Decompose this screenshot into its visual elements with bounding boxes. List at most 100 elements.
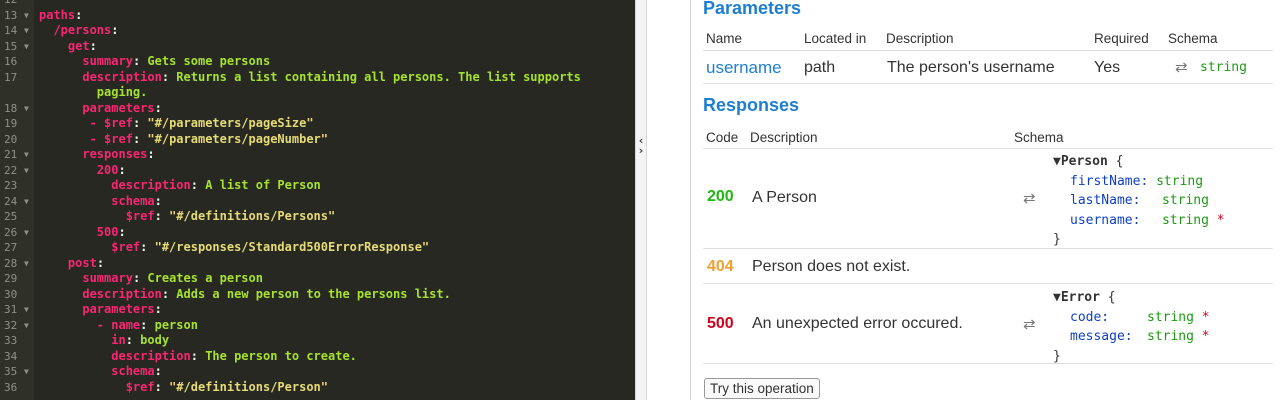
editor-line[interactable]: 33 in: body (0, 333, 635, 349)
editor-line[interactable]: 31 ▼ parameters: (0, 302, 635, 318)
code-text: summary: Creates a person (82, 271, 263, 285)
swap-arrows-icon[interactable]: ⇄ (1175, 58, 1188, 76)
param-name-link[interactable]: username (706, 58, 782, 78)
response-code: 200 (707, 188, 734, 205)
fold-arrow-icon[interactable]: ▼ (24, 318, 29, 334)
prop-name: username: (1070, 212, 1141, 228)
prop-type: string (1156, 173, 1204, 189)
code-text: post: (67, 255, 105, 270)
prop-type: string (1147, 329, 1194, 344)
editor-line[interactable]: 32 ▼ - name: person (0, 318, 635, 334)
prop-type: string (1162, 193, 1209, 208)
code-text: paths: (39, 7, 83, 22)
response-row-500: 500 An unexpected error occured. ⇄ ▼Erro… (703, 284, 1273, 364)
response-description: A Person (752, 189, 817, 206)
required-marker: * (1216, 212, 1225, 228)
yaml-editor[interactable]: 1213▼paths:14▼ /persons:15▼ get:16 summa… (0, 0, 635, 400)
model-prop: firstName: string (1053, 172, 1225, 192)
param-header-name: Name (706, 31, 743, 46)
code-text: description: Adds a new person to the pe… (82, 286, 451, 301)
model-prop: message: string * (1053, 327, 1210, 347)
model-open-brace: { (1115, 154, 1124, 169)
fold-arrow-icon[interactable]: ▼ (24, 194, 29, 210)
param-header-located: Located in (804, 31, 867, 46)
editor-line[interactable]: 16 summary: Gets some persons (0, 54, 635, 70)
fold-arrow-icon[interactable]: ▼ (24, 225, 29, 241)
person-model-header[interactable]: ▼Person { (1053, 152, 1225, 172)
editor-line[interactable]: 21 ▼ responses: (0, 147, 635, 163)
fold-arrow-icon[interactable]: ▼ (24, 8, 29, 24)
parameters-title: Parameters (703, 0, 802, 18)
code-text: 200: (96, 162, 126, 177)
response-description: An unexpected error occured. (752, 315, 963, 332)
code-text: 500: (96, 224, 126, 239)
model-close-brace: } (1053, 232, 1061, 247)
editor-line[interactable]: 13 ▼ paths: (0, 8, 635, 24)
responses-title: Responses (703, 95, 800, 115)
error-model[interactable]: ▼Error { code: string * message: string * … (1053, 288, 1210, 366)
operation-preview: Parameters Name Located in Description R… (690, 0, 1280, 400)
prop-type: string (1162, 212, 1209, 228)
editor-line[interactable]: 34 description: The person to create. (0, 349, 635, 365)
editor-line[interactable]: 25 $ref: "#/definitions/Persons" (0, 209, 635, 225)
swap-arrows-icon[interactable]: ⇄ (1023, 189, 1036, 207)
response-row-404: 404 Person does not exist. (703, 249, 1273, 284)
fold-arrow-icon[interactable]: ▼ (24, 101, 29, 117)
editor-line[interactable]: 28 ▼ post: (0, 256, 635, 272)
fold-arrow-icon[interactable]: ▼ (24, 147, 29, 163)
line-number: 36 (4, 380, 18, 394)
fold-arrow-icon[interactable]: ▼ (24, 23, 29, 39)
editor-line[interactable]: 36 $ref: "#/definitions/Person" (0, 380, 635, 396)
code-text: - $ref: "#/parameters/pageSize" (89, 116, 314, 130)
fold-arrow-icon[interactable]: ▼ (24, 39, 29, 55)
try-operation-button[interactable]: Try this operation (704, 378, 820, 399)
code-text: parameters: (82, 302, 162, 316)
editor-line[interactable]: 19 - $ref: "#/parameters/pageSize" (0, 116, 635, 132)
editor-line[interactable]: 20 - $ref: "#/parameters/pageNumber" (0, 132, 635, 148)
parameters-table: Name Located in Description Required Sch… (703, 24, 1273, 84)
triangle-down-icon: ▼ (1053, 154, 1061, 169)
editor-line[interactable]: paging. (0, 85, 635, 101)
responses-header-row: Code Description Schema (703, 124, 1273, 149)
code-text: $ref: "#/definitions/Persons" (125, 209, 336, 223)
model-prop: lastName: string (1053, 191, 1225, 211)
line-number: 19 (4, 117, 18, 130)
fold-arrow-icon[interactable]: ▼ (24, 302, 29, 318)
line-number: 16 (4, 55, 18, 68)
editor-line[interactable]: 26 ▼ 500: (0, 225, 635, 241)
editor-line[interactable]: 24 ▼ schema: (0, 194, 635, 210)
editor-line[interactable]: 27 $ref: "#/responses/Standard500ErrorRe… (0, 240, 635, 256)
editor-line[interactable]: 22 ▼ 200: (0, 163, 635, 179)
model-name: Person (1060, 154, 1108, 169)
editor-line[interactable]: 29 summary: Creates a person (0, 271, 635, 287)
swap-arrows-icon[interactable]: ⇄ (1023, 315, 1036, 333)
editor-line[interactable]: 17 description: Returns a list containin… (0, 70, 635, 86)
collapse-handle-icon[interactable]: ‹ › (636, 135, 646, 156)
error-model-header[interactable]: ▼Error { (1053, 288, 1210, 308)
editor-line[interactable]: 23 description: A list of Person (0, 178, 635, 194)
parameter-row: username path The person's username Yes … (703, 51, 1273, 84)
param-header-description: Description (886, 31, 954, 46)
line-number: 33 (4, 334, 18, 347)
editor-line[interactable]: 15 ▼ get: (0, 39, 635, 55)
editor-line[interactable]: 30 description: Adds a new person to the… (0, 287, 635, 303)
code-text: $ref: "#/responses/Standard500ErrorRespo… (111, 240, 430, 254)
fold-arrow-icon[interactable]: ▼ (24, 256, 29, 272)
editor-line[interactable]: 35 ▼ schema: (0, 364, 635, 380)
response-description: Person does not exist. (752, 258, 911, 275)
fold-arrow-icon[interactable]: ▼ (24, 163, 29, 179)
line-number: 29 (4, 272, 18, 285)
editor-line[interactable]: 18 ▼ parameters: (0, 101, 635, 117)
editor-line[interactable]: 14 ▼ /persons: (0, 23, 635, 39)
param-located: path (804, 59, 836, 76)
code-text: schema: (111, 364, 162, 378)
pane-splitter[interactable] (635, 0, 647, 400)
prop-name: code: (1070, 309, 1110, 325)
fold-arrow-icon[interactable]: ▼ (24, 364, 29, 380)
code-text: /persons: (53, 23, 119, 37)
person-model[interactable]: ▼Person { firstName: string lastName: str… (1053, 152, 1225, 250)
line-number: 30 (4, 287, 18, 301)
editor-line[interactable]: 12 (0, 0, 635, 8)
code-text: paging. (96, 85, 148, 99)
code-text: $ref: "#/definitions/Person" (125, 379, 329, 394)
